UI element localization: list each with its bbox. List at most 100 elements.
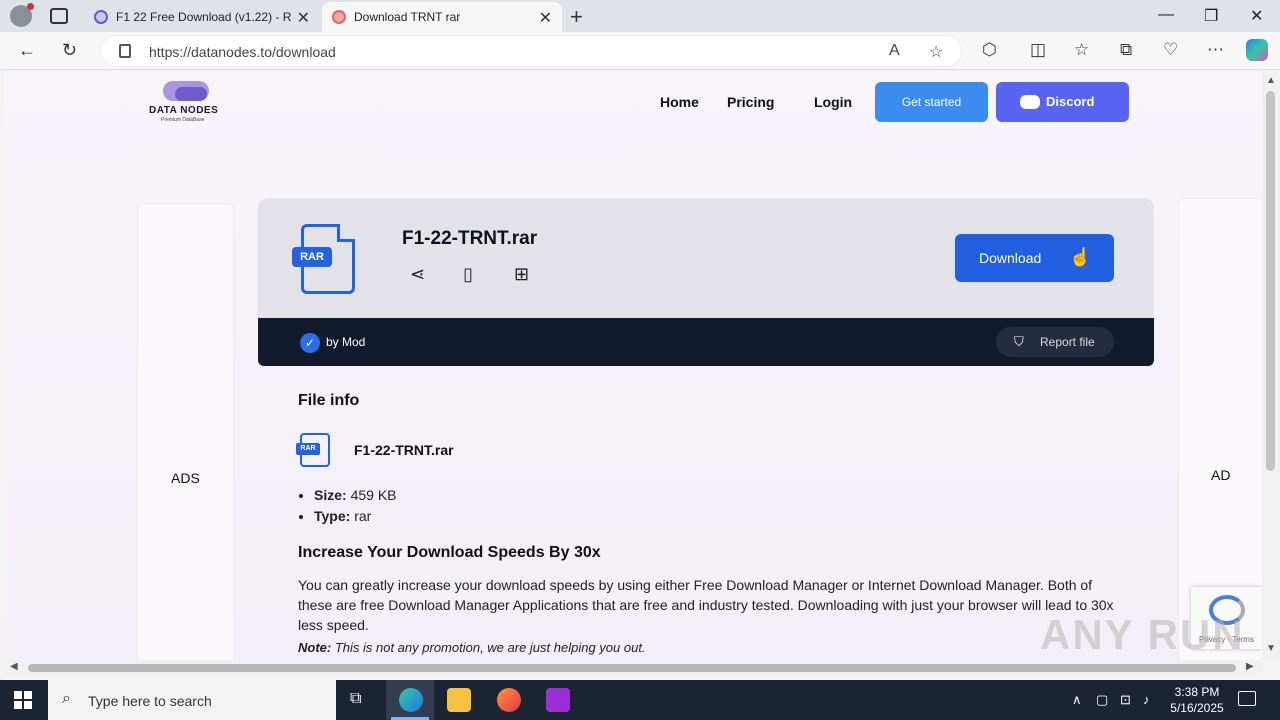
rar-file-icon-small: RAR	[296, 433, 330, 467]
more-menu-icon[interactable]: ⋯	[1207, 40, 1224, 60]
file-card: RAR F1-22-TRNT.rar ⋖ ▯ ⊞ Download ☝	[258, 198, 1154, 319]
horizontal-scrollbar[interactable]: ◀ ▶	[4, 660, 1262, 676]
speed-paragraph: You can greatly increase your download s…	[298, 577, 1114, 633]
network-icon[interactable]: ⊡	[1120, 692, 1131, 708]
file-corner-shape	[337, 224, 355, 242]
favorites-icon[interactable]: ☆	[1074, 40, 1089, 60]
scroll-down-arrow-icon[interactable]: ▼	[1266, 643, 1276, 654]
read-aloud-icon[interactable]: A	[889, 42, 900, 60]
rar-file-icon: RAR	[292, 224, 355, 294]
notification-center-icon[interactable]	[1238, 691, 1256, 706]
ads-label: ADS	[171, 470, 200, 486]
browser-tab-bar: F1 22 Free Download (v1.22) - Re... ✕ Do…	[0, 0, 1280, 32]
clock-time: 3:38 PM	[1174, 685, 1220, 699]
scroll-thumb-horizontal[interactable]	[28, 664, 1236, 672]
size-label: Size:	[314, 487, 347, 503]
list-item-size: Size: 459 KB	[314, 487, 397, 508]
report-file-button[interactable]: ⛉ Report file	[996, 327, 1114, 357]
logo-subtitle: Premium DataBase	[161, 117, 205, 123]
discord-button[interactable]: Discord	[996, 82, 1129, 122]
site-favicon-icon	[94, 10, 108, 24]
refresh-icon[interactable]: ↻	[62, 40, 77, 61]
share-icon[interactable]: ⋖	[410, 264, 425, 285]
device-icon[interactable]: ▢	[1096, 692, 1108, 708]
volume-icon[interactable]: ♪	[1143, 692, 1150, 707]
discord-label: Discord	[1046, 94, 1095, 109]
clock-date: 5/16/2025	[1170, 701, 1224, 715]
scroll-up-arrow-icon[interactable]: ▲	[1266, 75, 1276, 86]
qr-code-icon[interactable]: ⊞	[514, 264, 529, 285]
edge-taskbar-icon[interactable]	[399, 688, 423, 712]
tray-chevron-icon[interactable]: ∧	[1072, 692, 1082, 708]
rar-badge: RAR	[292, 247, 332, 267]
verified-check-icon: ✓	[300, 333, 320, 353]
browser-toolbar: ← ↻ https://datanodes.to/download A ☆ ⬡ …	[0, 32, 1280, 70]
search-placeholder[interactable]: Type here to search	[88, 693, 212, 709]
restore-button[interactable]: ❐	[1204, 6, 1218, 26]
tab-actions-icon[interactable]	[50, 8, 68, 24]
size-value: 459 KB	[350, 487, 397, 503]
winrar-icon[interactable]	[546, 688, 570, 712]
close-tab-icon[interactable]: ✕	[539, 8, 552, 28]
address-bar[interactable]: https://datanodes.to/download A ☆	[100, 35, 962, 67]
site-favicon-icon	[332, 10, 346, 24]
favorite-star-icon[interactable]: ☆	[929, 42, 943, 62]
datanodes-logo[interactable]: DATA NODES Premium DataBase	[149, 79, 229, 129]
anyrun-watermark: ANY RUN	[1040, 611, 1245, 658]
note-text: Note: This is not any promotion, we are …	[298, 640, 646, 655]
vertical-scrollbar[interactable]: ▲ ▼	[1262, 71, 1280, 660]
browser-essentials-icon[interactable]: ♡	[1163, 40, 1178, 60]
download-label: Download	[979, 250, 1042, 266]
close-window-button[interactable]: ✕	[1250, 6, 1263, 26]
uploader-name: by Mod	[326, 335, 366, 349]
new-tab-button[interactable]: +	[570, 4, 583, 30]
scroll-thumb[interactable]	[1266, 91, 1275, 471]
cloud-logo-shape	[175, 87, 207, 101]
scroll-right-arrow-icon[interactable]: ▶	[1246, 661, 1254, 672]
tab-label: F1 22 Free Download (v1.22) - Re...	[116, 10, 291, 24]
download-button[interactable]: Download ☝	[955, 234, 1114, 282]
nav-home-link[interactable]: Home	[660, 94, 699, 110]
windows-taskbar: ⌕ Type here to search ⧉ ∧ ▢ ⊡ ♪ 3:38 PM …	[0, 680, 1280, 720]
collections-icon[interactable]: ⧉	[1120, 40, 1132, 60]
speed-heading: Increase Your Download Speeds By 30x	[298, 544, 601, 561]
task-view-icon[interactable]: ⧉	[350, 690, 361, 708]
ad-label: AD	[1211, 467, 1231, 483]
profile-icon[interactable]	[10, 3, 34, 27]
ad-panel-left[interactable]: ADS	[137, 203, 234, 660]
extensions-icon[interactable]: ⬡	[982, 40, 997, 60]
download-hand-icon: ☝	[1069, 247, 1092, 267]
file-info-heading: File info	[298, 392, 360, 409]
windows-start-icon[interactable]	[14, 691, 32, 709]
nav-login-link[interactable]: Login	[814, 94, 852, 110]
copilot-icon[interactable]	[1246, 39, 1268, 61]
lock-icon[interactable]	[119, 44, 131, 58]
scroll-left-arrow-icon[interactable]: ◀	[10, 661, 18, 672]
logo-name: DATA NODES	[149, 105, 219, 116]
file-explorer-icon[interactable]	[447, 688, 471, 712]
file-info-list: Size: 459 KB Type: rar	[314, 487, 397, 529]
type-label: Type:	[314, 508, 351, 524]
clock[interactable]: 3:38 PM 5/16/2025	[1166, 684, 1228, 716]
close-tab-icon[interactable]: ✕	[297, 8, 310, 28]
nav-pricing-link[interactable]: Pricing	[727, 94, 774, 110]
note-body: This is not any promotion, we are just h…	[331, 640, 646, 655]
firefox-icon[interactable]	[497, 688, 521, 712]
rar-badge-small: RAR	[296, 443, 320, 455]
url-text[interactable]: https://datanodes.to/download	[149, 44, 336, 60]
taskbar-search[interactable]: ⌕ Type here to search	[48, 680, 336, 720]
minimize-button[interactable]: —	[1158, 6, 1174, 24]
back-arrow-icon[interactable]: ←	[18, 40, 36, 61]
tab-f1-download[interactable]: F1 22 Free Download (v1.22) - Re... ✕	[84, 2, 320, 32]
uploader-bar: ✓ by Mod ⛉ Report file	[258, 318, 1154, 366]
tab-download-trnt[interactable]: Download TRNT rar ✕	[322, 2, 562, 32]
split-screen-icon[interactable]: ◫	[1030, 40, 1046, 60]
get-started-button[interactable]: Get started	[875, 82, 988, 122]
file-info-name: F1-22-TRNT.rar	[354, 442, 454, 458]
web-page: DATA NODES Premium DataBase Home Pricing…	[4, 71, 1262, 660]
shield-alert-icon: ⛉	[1014, 334, 1024, 349]
clipboard-icon[interactable]: ▯	[463, 264, 473, 285]
notification-dot	[27, 3, 34, 10]
file-name-title: F1-22-TRNT.rar	[402, 228, 538, 249]
list-item-type: Type: rar	[314, 508, 397, 529]
